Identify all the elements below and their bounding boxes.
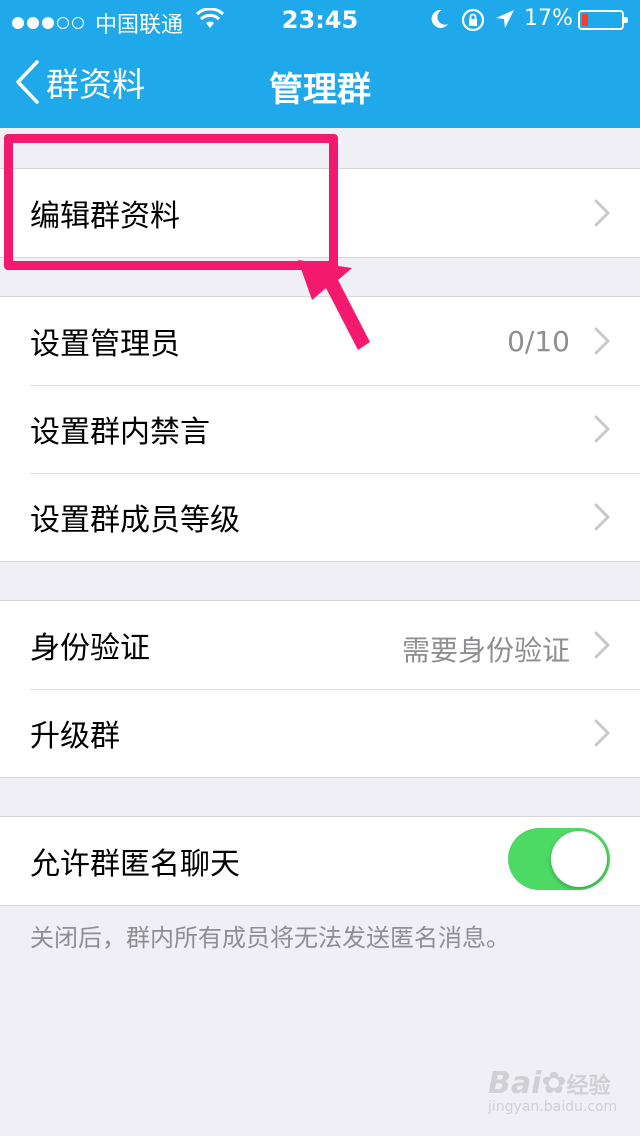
top-bar: 中国联通 23:45 17% 群资料 管理群 [0,0,640,128]
anonymous-footnote: 关闭后，群内所有成员将无法发送匿名消息。 [30,924,510,952]
anonymous-chat-row: 允许群匿名聊天 [0,817,640,905]
set-admin-label: 设置管理员 [30,327,180,362]
highlight-box [4,134,338,270]
identity-verify-row[interactable]: 身份验证 需要身份验证 [0,601,640,689]
toggle-knob[interactable] [551,831,607,887]
paw-icon: ✿ [541,1066,567,1101]
chevron-right-icon [594,719,610,747]
chevron-right-icon [594,631,610,659]
battery-percent: 17% [524,6,573,31]
status-bar: 中国联通 23:45 17% [0,0,640,40]
set-member-level-row[interactable]: 设置群成员等级 [0,473,640,561]
battery-icon [578,10,628,30]
admin-count-value: 0/10 [507,325,570,358]
location-icon [496,10,514,28]
anonymous-chat-label: 允许群匿名聊天 [30,847,240,882]
battery-nub [624,17,628,23]
chevron-right-icon [594,415,610,443]
upgrade-group-row[interactable]: 升级群 [0,689,640,777]
set-member-level-label: 设置群成员等级 [30,503,240,538]
chevron-right-icon [594,199,610,227]
chevron-right-icon [594,503,610,531]
set-mute-row[interactable]: 设置群内禁言 [0,385,640,473]
watermark-suffix: 经验 [566,1074,611,1099]
identity-verify-label: 身份验证 [30,631,150,666]
page-title: 管理群 [269,70,371,110]
chevron-right-icon [594,327,610,355]
anonymous-chat-toggle[interactable] [508,828,610,890]
set-mute-label: 设置群内禁言 [30,415,210,450]
upgrade-group-label: 升级群 [30,719,120,754]
rotation-lock-icon [461,8,485,32]
moon-icon [431,9,448,28]
pointer-arrow-icon [298,260,370,350]
watermark-logo-text: Bai [488,1066,542,1101]
verify-section: 身份验证 需要身份验证 升级群 [0,600,640,778]
baidu-watermark: Bai✿经验 jingyan.baidu.com [488,1066,617,1115]
identity-verify-value: 需要身份验证 [401,634,570,667]
watermark-url: jingyan.baidu.com [488,1099,618,1115]
navigation-bar: 群资料 管理群 [0,40,640,128]
anonymous-section: 允许群匿名聊天 [0,816,640,906]
battery-fill [582,14,588,26]
